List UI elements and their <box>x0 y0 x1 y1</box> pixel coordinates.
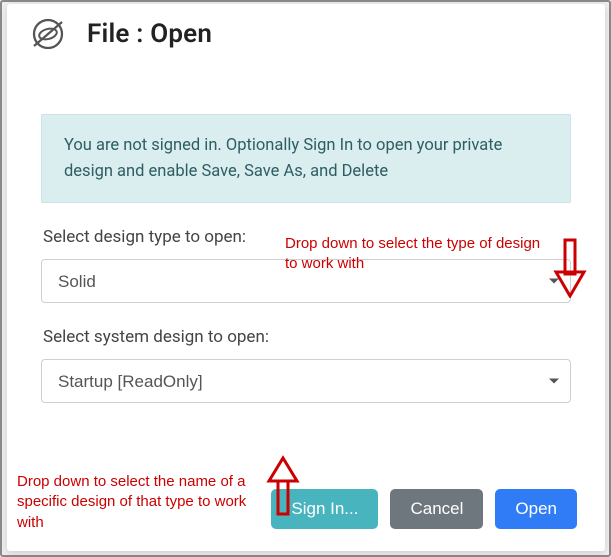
dialog-title: File : Open <box>87 19 212 49</box>
cancel-button[interactable]: Cancel <box>390 489 483 529</box>
file-open-dialog: File : Open You are not signed in. Optio… <box>7 4 605 551</box>
signin-button[interactable]: Sign In... <box>271 489 378 529</box>
dialog-header: File : Open <box>31 11 581 79</box>
design-type-select[interactable]: Solid <box>41 259 571 303</box>
design-type-select-wrap: Solid <box>41 259 571 303</box>
system-design-label: Select system design to open: <box>43 327 569 347</box>
system-design-select-wrap: Startup [ReadOnly] <box>41 359 571 403</box>
dialog-button-row: Sign In... Cancel Open <box>271 489 577 529</box>
app-logo-icon <box>31 17 65 51</box>
system-design-select[interactable]: Startup [ReadOnly] <box>41 359 571 403</box>
design-type-label: Select design type to open: <box>43 227 569 247</box>
signin-info-banner: You are not signed in. Optionally Sign I… <box>41 114 571 203</box>
open-button[interactable]: Open <box>495 489 577 529</box>
